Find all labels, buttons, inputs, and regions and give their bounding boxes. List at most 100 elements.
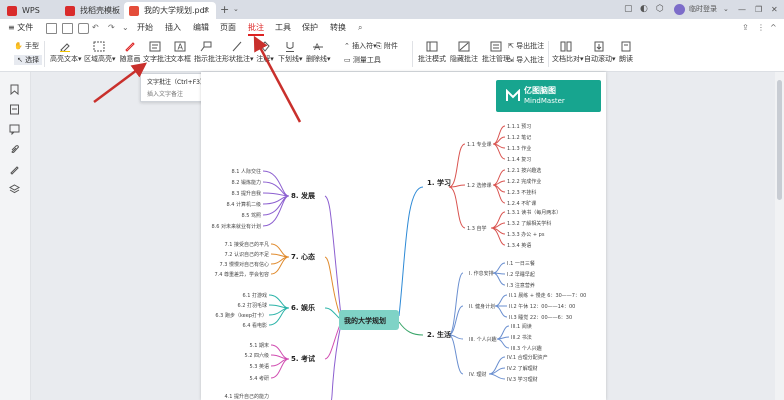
strikethrough-button[interactable]: A删除线▾ [306,41,331,64]
select-tool[interactable]: ↖ 选择 [14,55,43,65]
pen-icon [125,42,135,52]
mind-leaf: 7.2 认识自己的不足 [224,251,269,258]
dev-leaf: 8.5 驾照 [241,212,261,219]
paperclip-icon: ⎘ [376,42,382,50]
skin-icon[interactable]: ◐ [640,0,648,19]
branch-exam: 5. 考试 [291,354,315,363]
more-icon[interactable]: ⋮ [757,19,765,37]
study-leaf: 1.2.4 不旷课 [507,200,536,207]
mind-map: 我的大学规划 1. 学习 2. 生活 5. 考试 6. 娱乐 7. 心态 8. … [211,123,586,400]
menu-protect[interactable]: 保护 [302,19,318,37]
menu-edit[interactable]: 编辑 [193,19,209,37]
exam-leaf: 5.2 四六级 [244,352,269,359]
study-sub-2: 1.2 选修课 [467,182,492,189]
text-annotation-button[interactable]: 文字批注 [143,41,171,64]
highlight-text-button[interactable]: 高亮文本▾ [50,41,82,64]
tab-template[interactable]: 找稻壳模板 [60,2,122,19]
insert-caret-button[interactable]: ⌃ 插入符▾ [344,41,377,51]
print-icon[interactable] [78,23,89,34]
study-sub-3: 1.3 自学 [467,225,487,232]
branch-mind: 7. 心态 [291,252,315,261]
callout-button[interactable]: 指示批注 [194,41,222,64]
attachment-icon[interactable] [9,144,20,155]
close-window-button[interactable]: ✕ [771,0,778,19]
life-leaf: I.2 早睡早起 [507,271,535,278]
compare-documents-button[interactable]: 文档比对▾ [552,41,584,64]
search-icon[interactable]: ⌕ [358,19,362,37]
study-leaf: 1.3.2 了解相关学科 [507,220,551,227]
redo-icon[interactable]: ↷ [108,19,115,37]
new-tab-button[interactable]: + [220,0,229,19]
bookmark-icon[interactable] [9,84,20,95]
measure-tool-button[interactable]: ▭ 测量工具 [344,55,384,65]
hand-tool[interactable]: ✋ 手型 [14,41,39,51]
thumbnail-icon[interactable] [9,104,20,115]
fun-leaf: 6.3 跑步（keep打卡） [215,312,267,319]
layers-icon[interactable] [9,184,20,195]
compare-icon [560,41,572,52]
file-menu[interactable]: ≡ 文件 [8,19,33,37]
minimize-button[interactable]: — [738,0,746,19]
auto-scroll-button[interactable]: 自动滚动▾ [584,41,616,64]
tab-wps-office[interactable]: WPS Office [2,2,60,32]
note-button[interactable]: 注解▾ [256,41,274,64]
area-highlight-button[interactable]: 区域高亮▾ [84,41,116,64]
avatar[interactable] [674,4,685,15]
branch-life: 2. 生活 [427,330,451,339]
life-leaf: I.1 一日三餐 [507,260,535,267]
annotation-mode-button[interactable]: 批注模式 [418,41,446,64]
template-icon [65,6,75,16]
branch-dev: 8. 发展 [291,191,316,200]
tooltip-title: 文字批注（Ctrl+F3） [147,79,206,86]
signature-icon[interactable] [9,164,20,175]
chevron-down-icon[interactable]: ⌄ [122,19,129,37]
menu-tools[interactable]: 工具 [275,19,291,37]
export-icon[interactable] [62,23,73,34]
study-leaf: 1.1.1 预习 [507,123,531,130]
life-leaf: II.2 午休 12：00——14：00 [509,303,575,310]
menu-page[interactable]: 页面 [220,19,236,37]
attachment-button[interactable]: ⎘ 附件 [376,41,398,51]
shape-annotation-button[interactable]: 形状批注▾ [222,41,254,64]
scroll-icon [594,41,604,52]
menu-annotate[interactable]: 批注 [248,19,264,37]
underline-button[interactable]: 下划线▾ [278,41,303,64]
underline-icon [286,42,294,52]
mind-leaf: 7.1 接受自己的平凡 [224,241,269,248]
menu-convert[interactable]: 转换 [330,19,346,37]
manage-annotations-button[interactable]: 批注管理 [482,41,510,64]
cube-icon[interactable]: ⬡ [656,0,664,19]
dev-leaf: 8.3 提升自我 [231,190,261,197]
left-sidebar [0,72,31,400]
comment-icon[interactable] [9,124,20,135]
tab-current-document[interactable]: 我的大学规划.pdf ✕ [124,2,216,19]
read-aloud-button[interactable]: 朗读 [616,41,636,64]
study-leaf: 1.3.3 办公 + ps [507,231,545,238]
login-label[interactable]: 临时登录 [689,0,717,19]
tab-list-icon[interactable]: ⌄ [233,0,239,19]
undo-icon[interactable]: ↶ [92,19,99,37]
window-layout-icon[interactable]: ▢ [624,0,633,19]
share-icon[interactable]: ⇪ [742,19,749,37]
collapse-icon[interactable]: ^ [770,19,777,37]
restore-button[interactable]: ❐ [755,0,762,19]
exam-leaf: 5.4 考研 [249,376,269,382]
close-tab-icon[interactable]: ✕ [203,2,210,19]
study-leaf: 1.2.1 按兴趣选 [507,167,541,174]
dev-leaf: 8.2 锻炼能力 [231,179,261,186]
export-annotations-button[interactable]: ⇱ 导出批注 [508,41,544,51]
menu-bar: ≡ 文件 ↶ ↷ ⌄ 开始 插入 编辑 页面 批注 工具 保护 转换 ⌕ ⇪ ⋮… [0,19,784,38]
svg-text:A: A [178,43,184,52]
chevron-down-icon[interactable]: ⌄ [723,0,729,19]
import-icon: ⇲ [508,56,514,64]
free-draw-button[interactable]: 随意画 [118,41,142,64]
menu-start[interactable]: 开始 [137,19,153,37]
textbox-button[interactable]: A 文本框 [170,41,191,64]
save-icon[interactable] [46,23,57,34]
import-annotations-button[interactable]: ⇲ 导入批注 [508,55,544,65]
scrollbar-thumb[interactable] [777,80,782,200]
hide-annotations-button[interactable]: 隐藏批注 [450,41,478,64]
menu-insert[interactable]: 插入 [165,19,181,37]
life-leaf: II.1 晨练 + 慢走 6：30——7：00 [509,292,586,299]
annotation-toolbar: ✋ 手型 ↖ 选择 高亮文本▾ 区域高亮▾ 随意画 文字批注 A 文本框 指示批注… [0,37,784,72]
